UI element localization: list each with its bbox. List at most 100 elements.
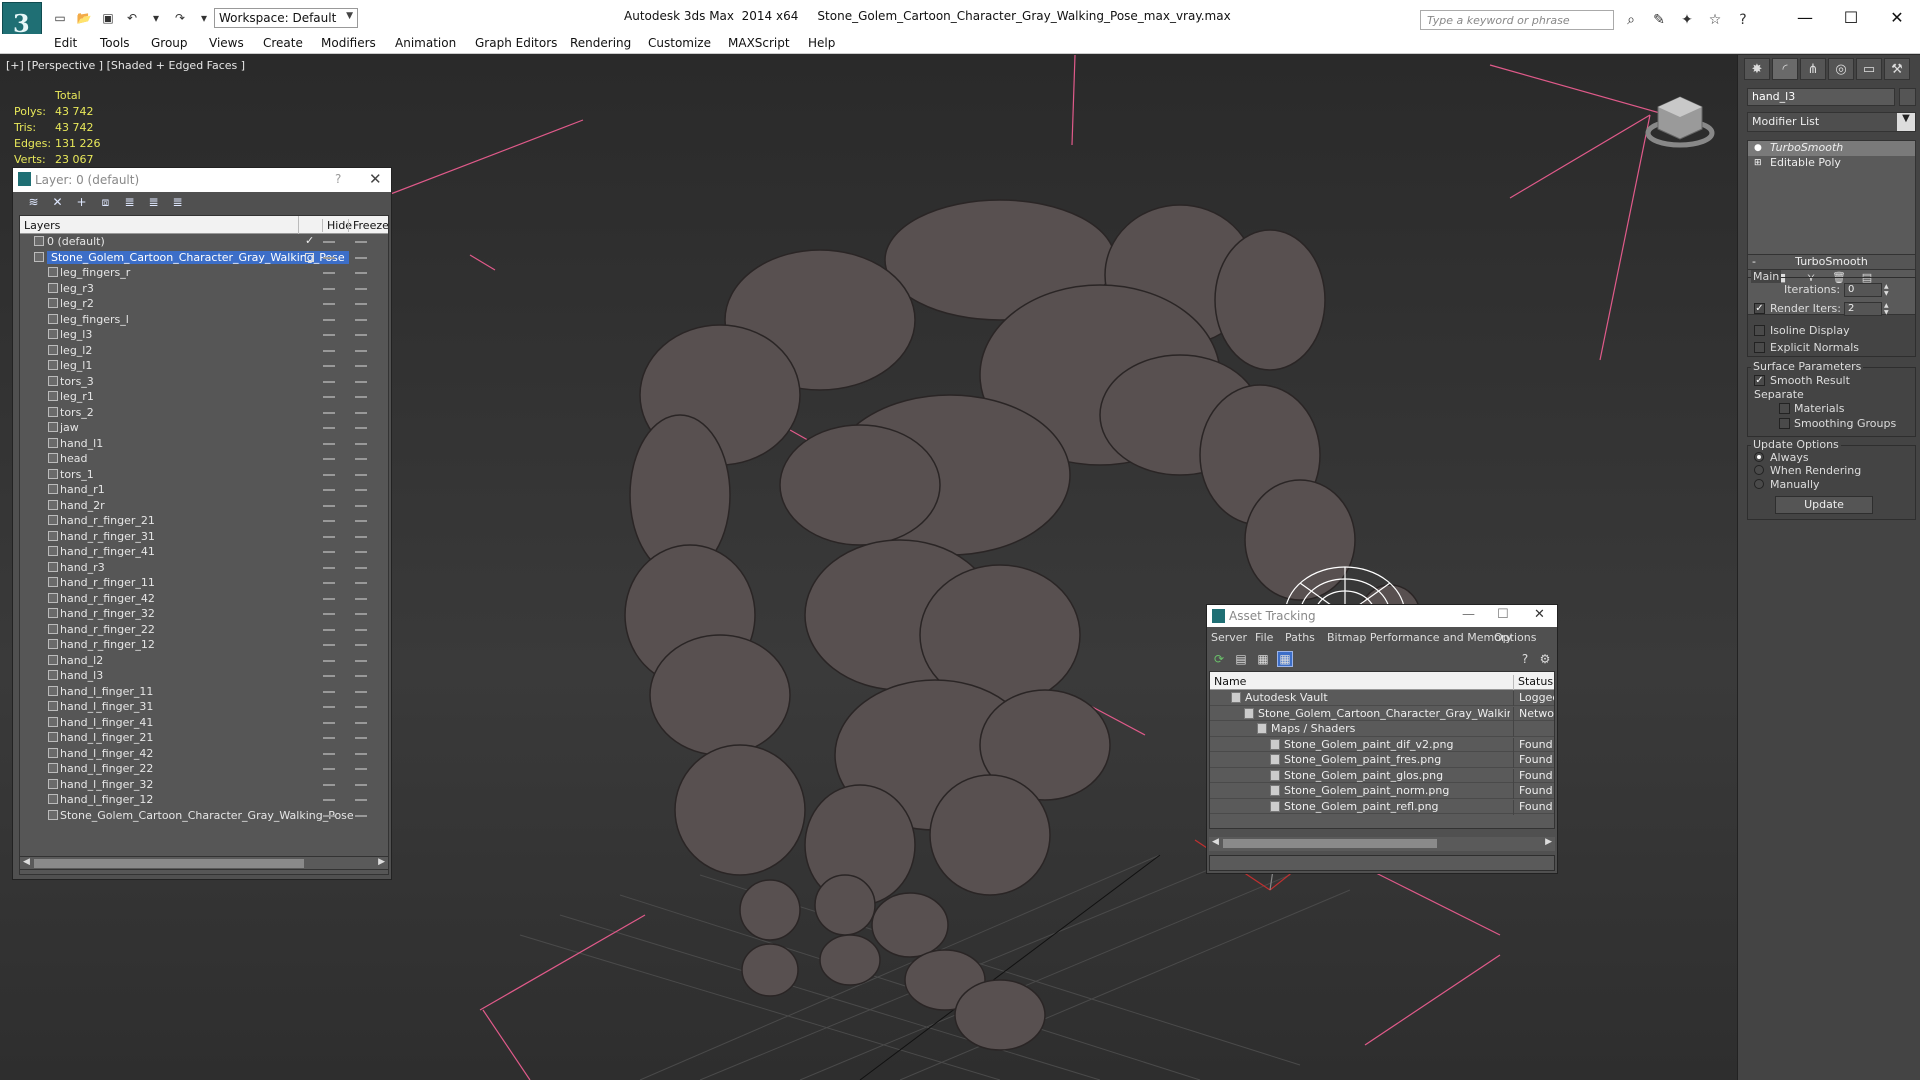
column-name[interactable]: Name: [1214, 675, 1246, 688]
hide-toggle[interactable]: [323, 752, 335, 755]
always-radio[interactable]: [1754, 452, 1764, 462]
layer-row[interactable]: tors_2: [20, 405, 388, 421]
hide-toggle[interactable]: [323, 613, 335, 615]
minimize-button[interactable]: —: [1782, 0, 1828, 34]
hide-toggle[interactable]: [323, 272, 335, 274]
menu-help[interactable]: Help: [808, 36, 835, 50]
layer-row[interactable]: hand_l_finger_41: [20, 715, 388, 731]
help-icon[interactable]: ?: [1517, 651, 1533, 667]
menu-animation[interactable]: Animation: [395, 36, 456, 50]
hide-toggle[interactable]: [323, 411, 335, 414]
freeze-toggle[interactable]: [355, 644, 367, 646]
hide-toggle[interactable]: [323, 675, 335, 677]
layer-row[interactable]: hand_l2: [20, 653, 388, 669]
layer-row[interactable]: hand_l_finger_21: [20, 730, 388, 746]
maximize-icon[interactable]: ☐: [1497, 607, 1509, 622]
render-iters-spinner[interactable]: 2: [1844, 302, 1882, 316]
asset-row[interactable]: Maps / Shaders: [1210, 721, 1554, 737]
freeze-toggle[interactable]: [355, 752, 367, 755]
asset-row[interactable]: Autodesk Vault Logged O: [1210, 690, 1554, 706]
object-name-field[interactable]: hand_l3: [1747, 88, 1895, 106]
freeze-toggle[interactable]: [355, 582, 367, 584]
layer-row[interactable]: hand_l_finger_11: [20, 684, 388, 700]
isoline-display-checkbox[interactable]: [1754, 325, 1765, 336]
select-objects-icon[interactable]: ⧈: [97, 194, 114, 210]
freeze-toggle[interactable]: [355, 799, 367, 801]
create-tab-icon[interactable]: ✸: [1744, 58, 1770, 80]
hide-toggle[interactable]: [323, 551, 335, 553]
freeze-toggle[interactable]: [355, 783, 367, 786]
communication-icon[interactable]: ✦: [1676, 10, 1698, 30]
layer-row[interactable]: leg_l1: [20, 358, 388, 374]
freeze-toggle[interactable]: [355, 628, 367, 631]
utilities-tab-icon[interactable]: ⚒: [1884, 58, 1910, 80]
freeze-toggle[interactable]: [355, 737, 367, 739]
hide-toggle[interactable]: [323, 737, 335, 739]
layer-row[interactable]: hand_r_finger_21: [20, 513, 388, 529]
freeze-toggle[interactable]: [355, 814, 367, 817]
layer-row[interactable]: leg_r3: [20, 281, 388, 297]
freeze-toggle[interactable]: [355, 318, 367, 321]
layer-row[interactable]: leg_fingers_l: [20, 312, 388, 328]
layer-row[interactable]: leg_l2: [20, 343, 388, 359]
save-file-icon[interactable]: ▣: [98, 9, 118, 27]
freeze-toggle[interactable]: [355, 427, 367, 429]
hide-toggle[interactable]: [323, 303, 335, 305]
create-layer-icon[interactable]: ≋: [25, 194, 42, 210]
smooth-result-checkbox[interactable]: ✓: [1754, 375, 1765, 386]
layer-properties-icon[interactable]: ≣: [145, 194, 162, 210]
freeze-toggle[interactable]: [355, 256, 367, 259]
maximize-button[interactable]: ☐: [1828, 0, 1874, 34]
layer-row[interactable]: hand_l_finger_42: [20, 746, 388, 762]
hide-toggle[interactable]: [323, 659, 335, 662]
modifier-list-dropdown[interactable]: Modifier List ▼: [1747, 112, 1916, 132]
menu-modifiers[interactable]: Modifiers: [321, 36, 376, 50]
menu-group[interactable]: Group: [151, 36, 188, 50]
expand-plus-icon[interactable]: ⊞: [1754, 158, 1763, 169]
layer-horizontal-scrollbar[interactable]: ◀ ▶: [19, 856, 389, 870]
hide-toggle[interactable]: [323, 396, 335, 398]
hide-toggle[interactable]: [323, 349, 335, 352]
viewport-label[interactable]: [+] [Perspective ] [Shaded + Edged Faces…: [6, 59, 245, 72]
asset-row[interactable]: Stone_Golem_paint_norm.png Found: [1210, 783, 1554, 799]
scroll-left-icon[interactable]: ◀: [23, 857, 30, 867]
undo-icon[interactable]: ↶: [122, 9, 142, 27]
layer-row[interactable]: tors_3: [20, 374, 388, 390]
scroll-thumb[interactable]: [1223, 839, 1437, 848]
freeze-toggle[interactable]: [355, 411, 367, 414]
close-icon[interactable]: ✕: [369, 170, 382, 188]
asset-row[interactable]: Stone_Golem_paint_glos.png Found: [1210, 768, 1554, 784]
manually-radio[interactable]: [1754, 479, 1764, 489]
scroll-right-icon[interactable]: ▶: [378, 857, 385, 867]
delete-layer-icon[interactable]: ✕: [49, 194, 66, 210]
hide-toggle[interactable]: [323, 504, 335, 507]
list-view-icon[interactable]: ▤: [1233, 651, 1249, 667]
subscription-icon[interactable]: ✎: [1648, 10, 1670, 30]
hide-unhide-all-icon[interactable]: ≣: [169, 194, 186, 210]
hide-toggle[interactable]: [323, 256, 335, 259]
asset-horizontal-scrollbar[interactable]: ◀ ▶: [1209, 837, 1555, 851]
layer-row[interactable]: leg_l3: [20, 327, 388, 343]
close-icon[interactable]: ✕: [1534, 607, 1545, 622]
menu-edit[interactable]: Edit: [54, 36, 77, 50]
layer-row[interactable]: hand_l_finger_12: [20, 792, 388, 808]
freeze-toggle[interactable]: [355, 380, 367, 383]
scroll-left-icon[interactable]: ◀: [1212, 837, 1219, 847]
freeze-toggle[interactable]: [355, 535, 367, 538]
hide-toggle[interactable]: [323, 241, 335, 243]
freeze-toggle[interactable]: [355, 675, 367, 677]
freeze-toggle[interactable]: [355, 396, 367, 398]
hide-toggle[interactable]: [323, 318, 335, 321]
object-color-swatch[interactable]: [1899, 88, 1916, 106]
freeze-toggle[interactable]: [355, 551, 367, 553]
stack-item-turbosmooth[interactable]: ● TurboSmooth: [1748, 141, 1915, 156]
hide-toggle[interactable]: [323, 582, 335, 584]
asset-menu-options[interactable]: Options: [1494, 631, 1536, 644]
redo-dropdown-icon[interactable]: ▾: [194, 9, 214, 27]
freeze-toggle[interactable]: [355, 287, 367, 290]
asset-row[interactable]: Stone_Golem_Cartoon_Character_Gray_Walki…: [1210, 706, 1554, 722]
motion-tab-icon[interactable]: ◎: [1828, 58, 1854, 80]
layer-row[interactable]: hand_r_finger_32: [20, 606, 388, 622]
freeze-toggle[interactable]: [355, 442, 367, 445]
scroll-thumb[interactable]: [34, 859, 304, 868]
